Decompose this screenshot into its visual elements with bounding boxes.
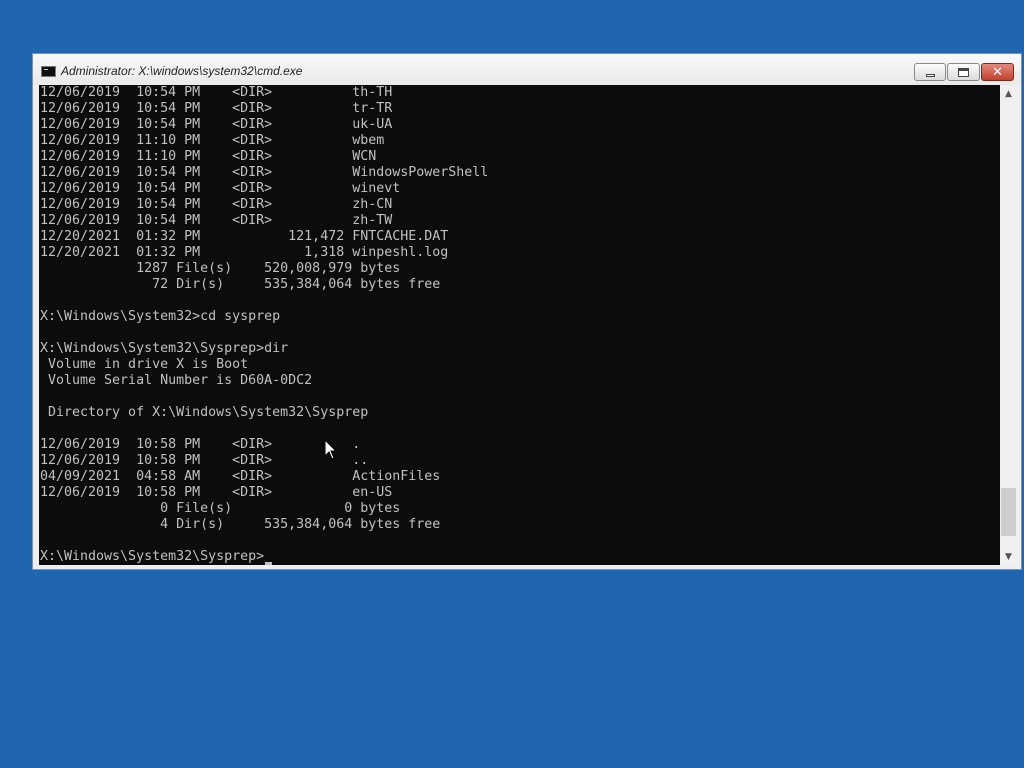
console-line: 12/06/2019 10:58 PM <DIR> . [40,437,361,452]
console-line: 12/06/2019 10:58 PM <DIR> .. [40,453,369,468]
minimize-button[interactable] [914,63,946,81]
console-line: 04/09/2021 04:58 AM <DIR> ActionFiles [40,469,441,484]
maximize-button[interactable] [947,63,980,81]
console-line: X:\Windows\System32>cd sysprep [40,309,281,324]
console-line: 1287 File(s) 520,008,979 bytes [40,261,401,276]
chevron-down-icon: ▼ [1005,551,1012,562]
scroll-up-button[interactable]: ▲ [1000,85,1017,102]
console-line: Volume Serial Number is D60A-0DC2 [40,373,313,388]
console-line: 12/06/2019 10:54 PM <DIR> zh-TW [40,213,393,228]
console-line: X:\Windows\System32\Sysprep>dir [40,341,289,356]
console-line: 12/06/2019 10:54 PM <DIR> uk-UA [40,117,393,132]
mouse-pointer-icon [324,439,338,460]
vertical-scrollbar[interactable]: ▲ ▼ [1000,85,1017,565]
scroll-down-button[interactable]: ▼ [1000,548,1017,565]
cmd-console-icon [41,66,56,77]
title-bar[interactable]: Administrator: X:\windows\system32\cmd.e… [33,54,1021,85]
console-lines: 12/06/2019 10:54 PM <DIR> th-TH 12/06/201… [40,85,488,565]
close-button[interactable]: ✕ [981,63,1014,81]
console-line: Directory of X:\Windows\System32\Sysprep [40,405,369,420]
console-output[interactable]: 12/06/2019 10:54 PM <DIR> th-TH 12/06/201… [39,85,1000,565]
console-line: 12/06/2019 10:54 PM <DIR> winevt [40,181,401,196]
console-line: 0 File(s) 0 bytes [40,501,401,516]
console-line: 4 Dir(s) 535,384,064 bytes free [40,517,441,532]
console-line: 12/06/2019 10:54 PM <DIR> th-TH [40,85,393,100]
maximize-icon [958,67,969,77]
console-line: 12/06/2019 10:58 PM <DIR> en-US [40,485,393,500]
console-line: Volume in drive X is Boot [40,357,249,372]
console-line: 12/06/2019 10:54 PM <DIR> zh-CN [40,197,393,212]
cmd-window[interactable]: Administrator: X:\windows\system32\cmd.e… [32,53,1022,570]
scroll-thumb[interactable] [1001,488,1016,537]
console-line: 12/06/2019 11:10 PM <DIR> wbem [40,133,385,148]
console-line: 12/06/2019 10:54 PM <DIR> tr-TR [40,101,393,116]
minimize-icon [925,73,935,77]
console-line: 12/06/2019 10:54 PM <DIR> WindowsPowerSh… [40,165,489,180]
console-line: 12/20/2021 01:32 PM 121,472 FNTCACHE.DAT [40,229,449,244]
chevron-up-icon: ▲ [1005,88,1012,99]
close-icon: ✕ [992,64,1003,80]
text-cursor [265,562,273,565]
console-line: 12/20/2021 01:32 PM 1,318 winpeshl.log [40,245,449,260]
console-line: 72 Dir(s) 535,384,064 bytes free [40,277,441,292]
console-line: 12/06/2019 11:10 PM <DIR> WCN [40,149,377,164]
window-title: Administrator: X:\windows\system32\cmd.e… [61,64,303,78]
desktop-background: Administrator: X:\windows\system32\cmd.e… [0,0,1024,768]
console-line: X:\Windows\System32\Sysprep> [40,549,265,564]
